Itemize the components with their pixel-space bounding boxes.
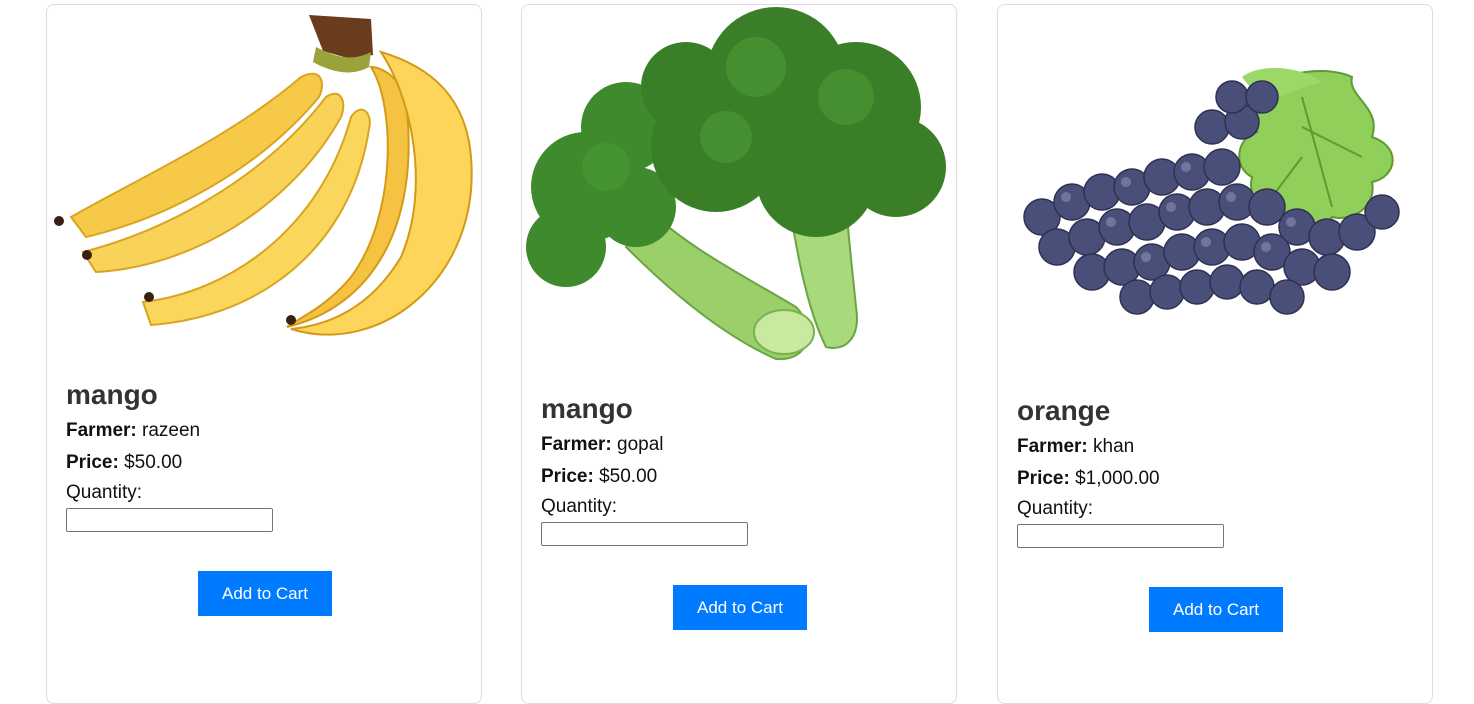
- price-line: Price: $1,000.00: [1017, 463, 1413, 495]
- add-to-cart-button[interactable]: Add to Cart: [198, 571, 332, 616]
- price-label: Price:: [66, 452, 119, 473]
- price-label: Price:: [541, 466, 594, 487]
- product-card: mango Farmer: gopal Price: $50.00 Quanti…: [521, 4, 957, 704]
- farmer-value: khan: [1093, 436, 1135, 457]
- farmer-line: Farmer: razeen: [66, 415, 462, 447]
- price-label: Price:: [1017, 468, 1070, 489]
- price-line: Price: $50.00: [66, 447, 462, 479]
- add-to-cart-button[interactable]: Add to Cart: [1149, 587, 1283, 632]
- quantity-label: Quantity:: [541, 496, 618, 517]
- farmer-label: Farmer:: [1017, 436, 1088, 457]
- farmer-label: Farmer:: [66, 420, 137, 441]
- quantity-input[interactable]: [66, 508, 273, 532]
- price-value: $50.00: [124, 452, 183, 473]
- broccoli-image: [526, 7, 946, 361]
- product-info: mango Farmer: gopal Price: $50.00 Quanti…: [541, 391, 937, 546]
- quantity-input[interactable]: [541, 522, 748, 546]
- farmer-value: gopal: [617, 434, 664, 455]
- farmer-line: Farmer: khan: [1017, 431, 1413, 463]
- farmer-line: Farmer: gopal: [541, 429, 937, 461]
- price-value: $50.00: [599, 466, 658, 487]
- farmer-value: razeen: [142, 420, 201, 441]
- quantity-label: Quantity:: [66, 482, 143, 503]
- price-value: $1,000.00: [1075, 468, 1160, 489]
- quantity-input[interactable]: [1017, 524, 1224, 548]
- grapes-image: [1023, 67, 1400, 315]
- price-line: Price: $50.00: [541, 461, 937, 493]
- product-info: mango Farmer: razeen Price: $50.00 Quant…: [66, 377, 462, 532]
- product-name: mango: [66, 379, 158, 410]
- product-name: mango: [541, 393, 633, 424]
- product-info: orange Farmer: khan Price: $1,000.00 Qua…: [1017, 393, 1413, 548]
- product-card: mango Farmer: razeen Price: $50.00 Quant…: [46, 4, 482, 704]
- product-card: orange Farmer: khan Price: $1,000.00 Qua…: [997, 4, 1433, 704]
- add-to-cart-button[interactable]: Add to Cart: [673, 585, 807, 630]
- quantity-label: Quantity:: [1017, 498, 1094, 519]
- farmer-label: Farmer:: [541, 434, 612, 455]
- banana-image: [54, 15, 473, 336]
- product-name: orange: [1017, 395, 1111, 426]
